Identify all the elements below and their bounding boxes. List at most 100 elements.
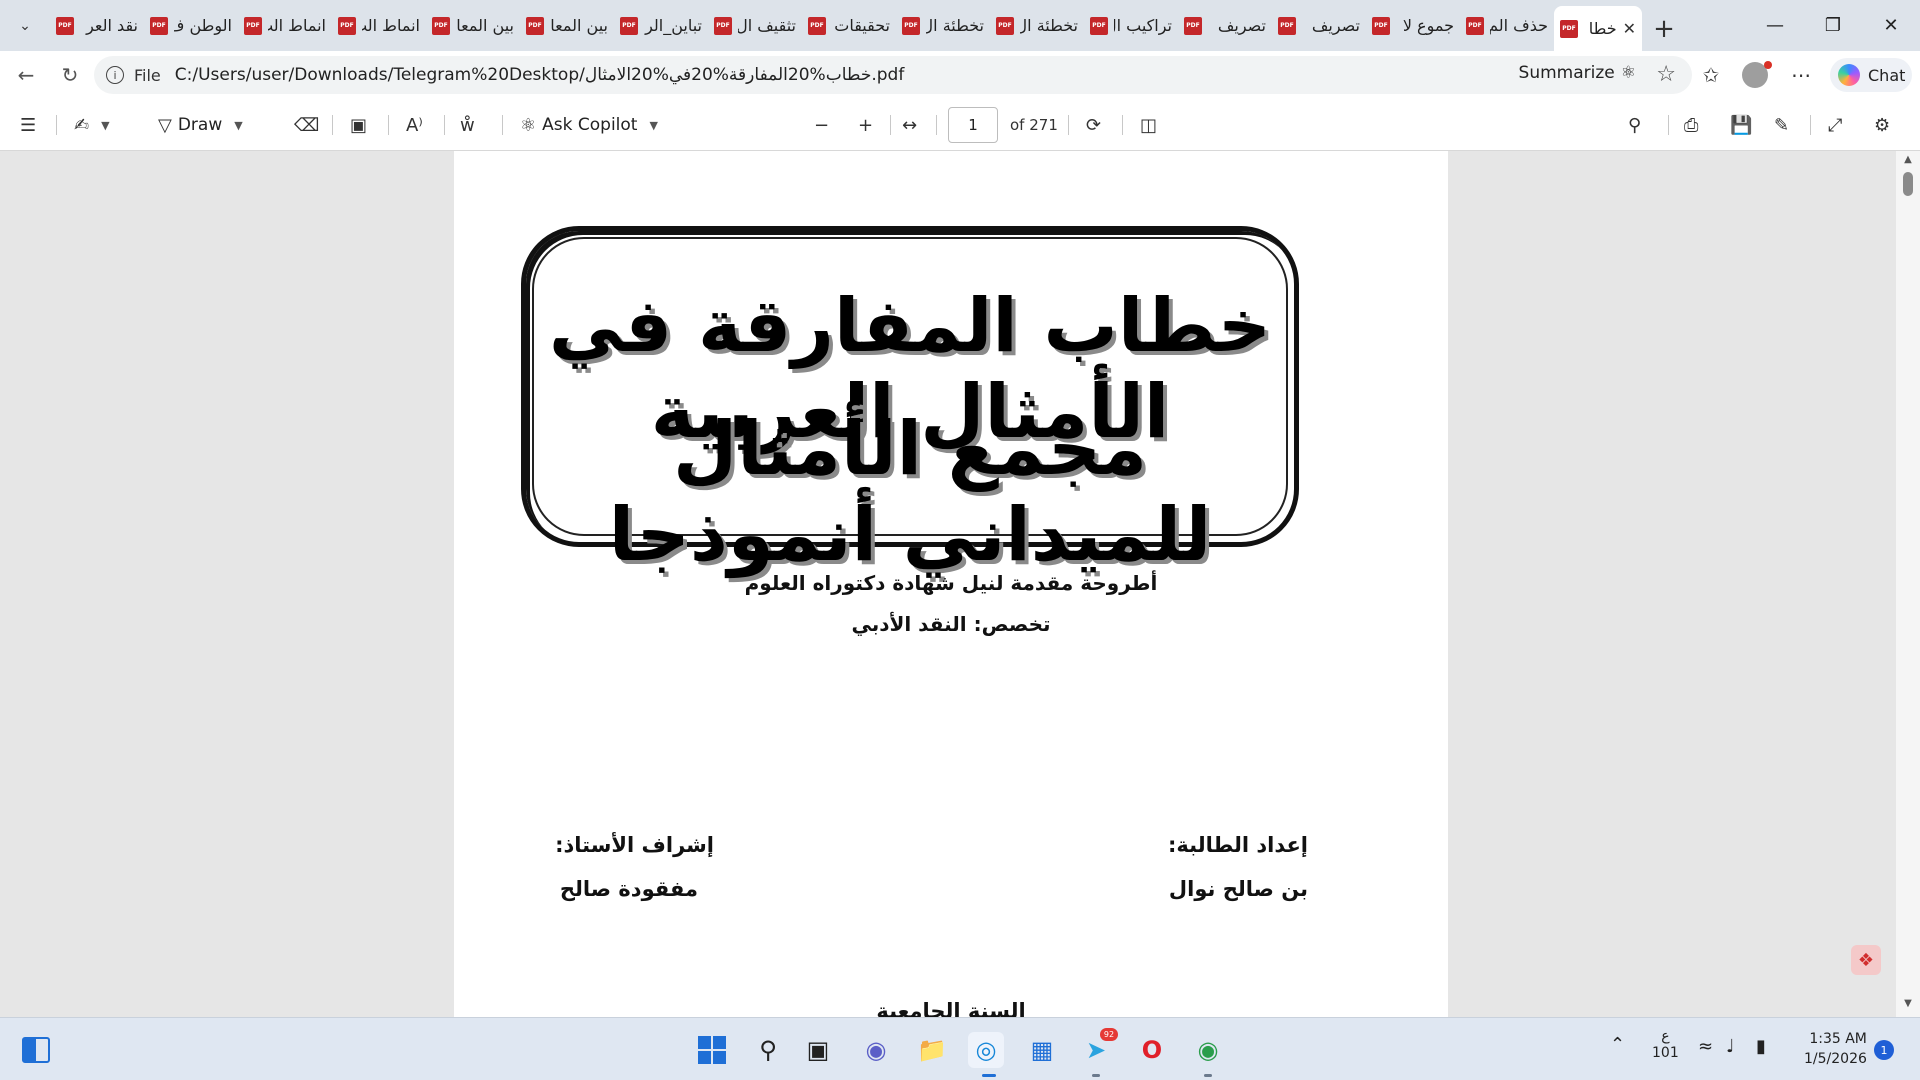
tab-label: بين المعا [456, 16, 514, 35]
battery-icon[interactable]: ▮ [1756, 1036, 1766, 1057]
tab-label: تراكيب ال [1114, 16, 1172, 35]
file-scheme-label: File [134, 65, 161, 85]
divider [1122, 115, 1123, 135]
tab[interactable]: PDF تراكيب ال [1084, 6, 1178, 45]
show-hidden-icons[interactable]: ⌃ [1610, 1034, 1625, 1055]
tab-list-button[interactable]: ⌄ [10, 12, 40, 40]
tab[interactable]: PDF تصريف [1272, 6, 1366, 45]
tab[interactable]: PDF بين المعا [426, 6, 520, 45]
close-tab-icon[interactable]: ✕ [1623, 19, 1636, 38]
close-window-button[interactable]: ✕ [1868, 0, 1914, 51]
print-button[interactable]: ⎙ [1684, 111, 1698, 139]
restore-icon: ❐ [1824, 15, 1842, 36]
notification-badge[interactable]: 1 [1874, 1040, 1894, 1060]
copilot-chat-button[interactable]: Chat [1830, 58, 1912, 92]
opera-button[interactable]: O [1134, 1032, 1170, 1068]
save-button[interactable]: 💾 [1730, 111, 1752, 139]
search-button[interactable]: ⚲ [1628, 111, 1641, 139]
scroll-thumb[interactable] [1903, 172, 1913, 196]
search-taskbar-button[interactable]: ⚲ [750, 1032, 786, 1068]
settings-button[interactable]: ⚙ [1874, 111, 1890, 139]
draw-button[interactable]: ▽ Draw ▼ [158, 111, 243, 139]
wifi-icon[interactable]: ≈ [1698, 1036, 1713, 1057]
tab[interactable]: PDF تخطئة ال [896, 6, 990, 45]
tab-label: بين المعا [550, 16, 608, 35]
tab[interactable]: PDF انماط الت [332, 6, 426, 45]
clock[interactable]: 1:35 AM 1/5/2026 [1804, 1029, 1867, 1069]
meet-button[interactable]: ◉ [858, 1032, 894, 1068]
ask-copilot-button[interactable]: ⚛ Ask Copilot ▼ [520, 111, 658, 139]
favorites-icon[interactable]: ✩ [1696, 61, 1726, 89]
windows-logo-icon [698, 1036, 726, 1064]
start-button[interactable] [694, 1032, 730, 1068]
divider [1668, 115, 1669, 135]
zoom-out-button[interactable]: − [814, 111, 829, 139]
store-icon: ▦ [1030, 1036, 1054, 1064]
tab[interactable]: PDF بين المعا [520, 6, 614, 45]
taskbar: ⚲ ▣ ◉ 📁 ◎ ▦ ➤ 92 O ◉ ⌃ ع 101 ≈ ♩ ▮ 1:35 … [0, 1017, 1920, 1080]
highlight-button[interactable]: ✍ ▼ [74, 111, 110, 139]
tab-label: تخطئة ال [1020, 16, 1078, 35]
add-text-button[interactable]: ▣ [350, 111, 367, 139]
erase-button[interactable]: ⌫ [294, 111, 319, 139]
divider [1068, 115, 1069, 135]
save-as-button[interactable]: ✎ [1774, 111, 1789, 139]
zoom-in-button[interactable]: + [858, 111, 873, 139]
info-icon[interactable]: i [106, 66, 124, 84]
summarize-button[interactable]: Summarize ⚛ [1519, 63, 1636, 83]
divider [936, 115, 937, 135]
chrome-button[interactable]: ◉ [1190, 1032, 1226, 1068]
divider [388, 115, 389, 135]
more-menu-icon[interactable]: ⋯ [1786, 61, 1816, 89]
chevron-down-icon: ▼ [101, 118, 110, 132]
contents-button[interactable]: ☰ [20, 111, 36, 139]
tab[interactable]: PDF تحقيقات [802, 6, 896, 45]
tab[interactable]: PDF الوطن ف [144, 6, 238, 45]
tab-label: تصريف [1311, 16, 1360, 35]
tab[interactable]: PDF انماط الت [238, 6, 332, 45]
back-button[interactable]: ← [10, 60, 42, 90]
input-indicator[interactable]: ع 101 [1652, 1028, 1679, 1062]
widgets-icon-fill [24, 1039, 36, 1061]
pdf-viewer[interactable]: خطاب المفارقة في الأمثال العربية مجمع ال… [0, 151, 1920, 1017]
file-explorer-button[interactable]: 📁 [914, 1032, 950, 1068]
store-button[interactable]: ▦ [1024, 1032, 1060, 1068]
restore-button[interactable]: ❐ [1810, 0, 1856, 51]
fit-width-button[interactable]: ↔ [902, 111, 917, 139]
rotate-button[interactable]: ⟳ [1086, 111, 1101, 139]
page-number-input[interactable]: 1 [948, 107, 998, 143]
new-tab-button[interactable]: + [1642, 6, 1686, 51]
favorite-star-icon[interactable]: ☆ [1656, 62, 1676, 87]
status-dot [1764, 61, 1772, 69]
close-icon: ✕ [1883, 15, 1899, 36]
edge-button[interactable]: ◎ [968, 1032, 1004, 1068]
refresh-icon: ↻ [61, 63, 79, 87]
page-view-button[interactable]: ◫ [1140, 111, 1157, 139]
expand-icon: ⤢ [1828, 114, 1843, 136]
widgets-button[interactable] [18, 1032, 54, 1068]
acrobat-icon[interactable]: ❖ [1851, 945, 1881, 975]
tab[interactable]: PDF تباين_الر [614, 6, 708, 45]
pdf-file-icon: PDF [338, 16, 356, 35]
list-icon: ☰ [20, 114, 37, 136]
translate-button[interactable]: ẘ [460, 111, 475, 139]
task-view-button[interactable]: ▣ [800, 1032, 836, 1068]
tab[interactable]: PDF حذف الم [1460, 6, 1554, 45]
speaker-mute-icon[interactable]: ♩ [1726, 1036, 1735, 1057]
tab-active[interactable]: PDF خطا ✕ [1554, 6, 1642, 51]
read-aloud-button[interactable]: A⁾ [406, 111, 423, 139]
vertical-scrollbar[interactable] [1896, 151, 1920, 1017]
omnibox[interactable]: i File C:/Users/user/Downloads/Telegram%… [94, 56, 1692, 94]
refresh-button[interactable]: ↻ [54, 60, 86, 90]
tab[interactable]: PDF تصريف [1178, 6, 1272, 45]
scroll-up-icon[interactable]: ▲ [1898, 154, 1918, 168]
url-text[interactable]: C:/Users/user/Downloads/Telegram%20Deskt… [175, 65, 905, 85]
minimize-button[interactable]: — [1752, 0, 1798, 51]
tab[interactable]: PDF تثقيف ال [708, 6, 802, 45]
scroll-down-icon[interactable]: ▼ [1898, 998, 1918, 1012]
pdf-toolbar: ☰ ✍ ▼ ▽ Draw ▼ ⌫ ▣ A⁾ ẘ ⚛ Ask Copilot ▼ −… [0, 99, 1920, 151]
tab[interactable]: PDF نقد العر [50, 6, 144, 45]
tab[interactable]: PDF جموع لا [1366, 6, 1460, 45]
tab[interactable]: PDF تخطئة ال [990, 6, 1084, 45]
fullscreen-button[interactable]: ⤢ [1828, 111, 1842, 139]
